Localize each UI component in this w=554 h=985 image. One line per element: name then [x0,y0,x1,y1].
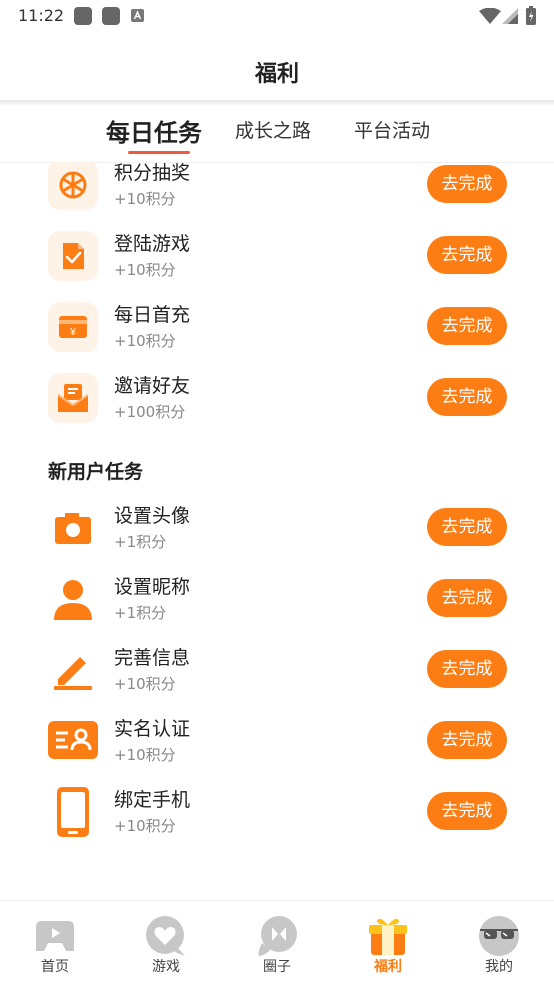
task-points: +10积分 [114,261,176,279]
task-row-set-avatar: 设置头像 +1积分 去完成 [0,503,554,574]
complete-task-button[interactable]: 去完成 [427,236,507,274]
task-row-login-game: 登陆游戏 +10积分 去完成 [0,231,554,302]
task-name: 登陆游戏 [114,233,191,255]
nav-label: 我的 [485,959,513,975]
id-card-icon [48,716,98,766]
page-header: 福利 [0,32,554,102]
wallet-yen-icon: ¥ [48,302,98,352]
nav-label: 福利 [374,959,402,975]
pencil-icon [48,645,98,695]
task-name: 积分抽奖 [114,162,191,184]
active-tab-indicator [128,151,190,154]
tab-platform-events[interactable]: 平台活动 [354,116,430,143]
login-check-icon [48,231,98,281]
wifi-icon [479,8,501,24]
gift-icon [369,918,407,955]
complete-task-button[interactable]: 去完成 [427,508,507,546]
nav-item-welfare[interactable]: 福利 [333,901,443,985]
task-name: 完善信息 [114,647,191,669]
task-points: +10积分 [114,332,176,350]
task-name: 设置头像 [114,505,191,527]
lottery-wheel-icon [48,162,98,210]
complete-task-button[interactable]: 去完成 [427,378,507,416]
svg-text:¥: ¥ [69,327,76,338]
nav-item-circle[interactable]: 圈子 [222,901,332,985]
tab-growth-path[interactable]: 成长之路 [235,116,311,143]
task-points: +10积分 [114,746,176,764]
task-name: 绑定手机 [114,789,191,811]
task-points: +10积分 [114,190,176,208]
task-row-complete-profile: 完善信息 +10积分 去完成 [0,645,554,716]
task-points: +100积分 [114,403,186,421]
complete-task-button[interactable]: 去完成 [427,307,507,345]
nav-item-games[interactable]: 游戏 [111,901,221,985]
task-points: +1积分 [114,604,167,622]
tab-daily-tasks[interactable]: 每日任务 [106,113,202,148]
camera-icon [48,503,98,553]
signal-icon [502,8,518,24]
task-points: +10积分 [114,817,176,835]
page-title: 福利 [254,62,299,87]
task-row-lottery: 积分抽奖 +10积分 去完成 [0,162,554,231]
circle-chat-icon [258,916,297,956]
task-row-invite-friends: 邀请好友 +100积分 去完成 [0,373,554,444]
section-title: 新用户任务 [48,461,144,483]
task-name: 每日首充 [114,304,191,326]
task-row-bind-phone: 绑定手机 +10积分 去完成 [0,787,554,858]
complete-task-button[interactable]: 去完成 [427,721,507,759]
status-bar: 11:22 [0,0,554,32]
task-name: 设置昵称 [114,576,191,598]
task-name: 邀请好友 [114,375,191,397]
invite-envelope-icon [48,373,98,423]
phone-icon [48,787,98,837]
task-name: 实名认证 [114,718,191,740]
nav-item-me[interactable]: 我的 [444,901,554,985]
task-points: +1积分 [114,533,167,551]
person-icon [48,574,98,624]
task-points: +10积分 [114,675,176,693]
task-row-set-nickname: 设置昵称 +1积分 去完成 [0,574,554,645]
nav-item-home[interactable]: 首页 [0,901,110,985]
heart-chat-icon [146,916,185,956]
nav-label: 首页 [41,959,69,975]
status-time: 11:22 [18,6,65,25]
notification-icon [102,7,120,25]
nav-label: 圈子 [263,959,291,975]
sunglasses-face-icon [479,916,519,956]
gamepad-icon [36,921,74,951]
battery-icon [526,6,536,25]
nav-label: 游戏 [152,959,180,975]
tab-bar: 每日任务 成长之路 平台活动 [0,106,554,163]
task-row-daily-recharge: ¥ 每日首充 +10积分 去完成 [0,302,554,373]
complete-task-button[interactable]: 去完成 [427,650,507,688]
keyboard-icon [131,9,144,22]
complete-task-button[interactable]: 去完成 [427,165,507,203]
task-row-real-name-verify: 实名认证 +10积分 去完成 [0,716,554,787]
complete-task-button[interactable]: 去完成 [427,792,507,830]
bottom-nav: 首页 游戏 圈子 福利 我的 [0,900,554,985]
notification-icon [74,7,92,25]
complete-task-button[interactable]: 去完成 [427,579,507,617]
task-list[interactable]: 积分抽奖 +10积分 去完成 登陆游戏 +10积分 去完成 ¥ 每日首充 +10… [0,162,554,900]
